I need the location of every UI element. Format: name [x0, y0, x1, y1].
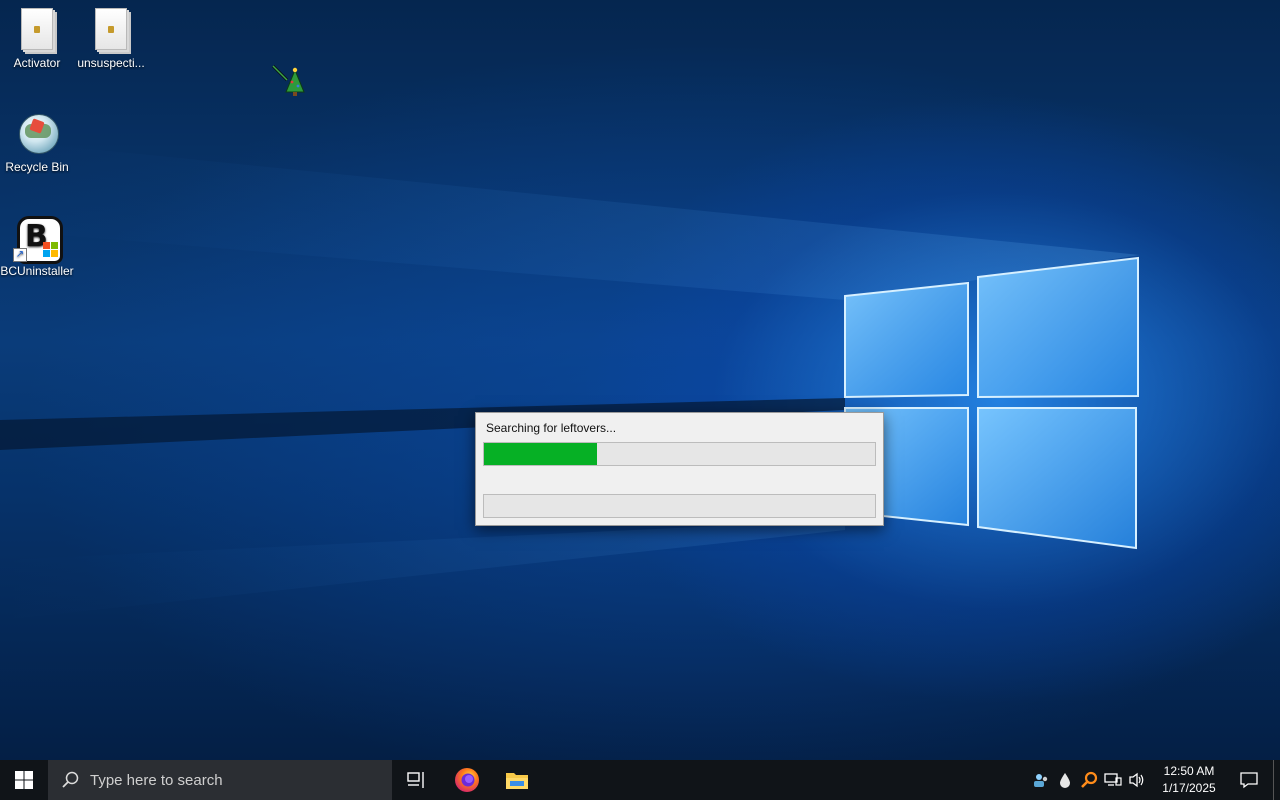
primary-progress-fill: [484, 443, 598, 465]
drop-icon[interactable]: [1053, 760, 1077, 800]
task-view-icon: [407, 772, 424, 788]
windows-logo-icon: [43, 242, 59, 258]
progress-status-text: Searching for leftovers...: [486, 421, 617, 435]
search-tool-icon[interactable]: [1077, 760, 1101, 800]
desktop-icon-label: BCUninstaller: [0, 264, 74, 278]
clock-time: 12:50 AM: [1163, 764, 1215, 778]
file-explorer-icon: [506, 773, 528, 789]
taskbar-clock[interactable]: 12:50 AM 1/17/2025: [1153, 763, 1225, 797]
desktop-icon-recycle-bin[interactable]: Recycle Bin: [0, 110, 74, 174]
search-placeholder: Type here to search: [90, 771, 223, 789]
clock-date: 1/17/2025: [1162, 781, 1216, 795]
task-view-button[interactable]: [392, 760, 442, 800]
desktop-icon-label: unsuspecti...: [77, 56, 145, 70]
network-icon[interactable]: [1101, 760, 1125, 800]
desktop-icon-label: Activator: [13, 56, 61, 70]
system-tray: 12:50 AM 1/17/2025: [1029, 760, 1280, 800]
secondary-progress-bar: [483, 494, 876, 518]
christmas-tree-cursor-icon: [271, 64, 305, 96]
start-button[interactable]: [0, 760, 48, 800]
desktop-wallpaper: [0, 0, 1280, 760]
recycle-bin-icon: [13, 110, 61, 158]
file-explorer-taskbar-button[interactable]: [492, 760, 542, 800]
people-icon[interactable]: [1029, 760, 1053, 800]
primary-progress-bar: [483, 442, 876, 466]
firefox-taskbar-button[interactable]: [442, 760, 492, 800]
file-icon: [87, 6, 135, 54]
desktop-icon-activator[interactable]: Activator: [0, 6, 74, 70]
desktop-icon-label: Recycle Bin: [5, 160, 69, 174]
taskbar: Type here to search 12:50 AM 1/17/2025: [0, 760, 1280, 800]
shortcut-arrow-icon: ↗: [13, 248, 27, 262]
volume-icon[interactable]: [1125, 760, 1149, 800]
progress-dialog: Searching for leftovers...: [475, 412, 884, 526]
desktop-icon-unsuspecting[interactable]: unsuspecti...: [74, 6, 148, 70]
search-icon: [62, 771, 79, 788]
firefox-icon: [455, 768, 479, 792]
desktop-icon-bcuninstaller[interactable]: B ↗ BCUninstaller: [0, 214, 74, 278]
bcuninstaller-icon: B ↗: [13, 214, 63, 264]
action-center-button[interactable]: [1225, 760, 1273, 800]
notification-icon: [1240, 772, 1258, 789]
show-desktop-button[interactable]: [1273, 760, 1280, 800]
file-icon: [13, 6, 61, 54]
windows-start-icon: [15, 771, 33, 789]
taskbar-search-box[interactable]: Type here to search: [48, 760, 392, 800]
